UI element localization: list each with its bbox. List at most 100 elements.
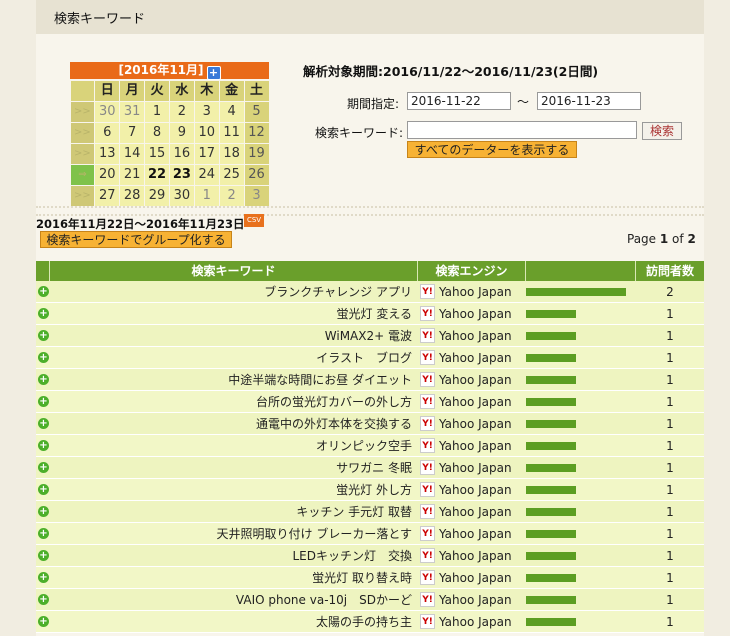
table-row: + LEDキッチン灯 交換 Y! Yahoo Japan 1 bbox=[36, 545, 704, 567]
expand-plus-icon[interactable]: + bbox=[38, 550, 49, 561]
visitor-bar bbox=[526, 441, 576, 450]
show-all-button[interactable]: すべてのデーターを表示する bbox=[407, 141, 577, 158]
keyword-input[interactable] bbox=[407, 121, 637, 139]
calendar-week-row: ⇒ 20 21 22 23 24 25 26 bbox=[70, 164, 269, 185]
calendar-day[interactable]: 31 bbox=[120, 101, 145, 122]
visitor-bar bbox=[526, 551, 576, 560]
calendar-day[interactable]: 28 bbox=[120, 185, 145, 206]
calendar-day[interactable]: 27 bbox=[95, 185, 120, 206]
keyword-cell: 太陽の手の持ち主 bbox=[315, 615, 412, 629]
calendar-week-row: >> 30 31 1 2 3 4 5 bbox=[70, 101, 269, 122]
keyword-cell: 天井照明取り付け ブレーカー落とす bbox=[216, 527, 412, 541]
calendar-day[interactable]: 5 bbox=[244, 101, 269, 122]
expand-plus-icon[interactable]: + bbox=[38, 594, 49, 605]
calendar-day[interactable]: 7 bbox=[120, 122, 145, 143]
calendar-day[interactable]: 9 bbox=[170, 122, 194, 143]
current-week-arrow-icon[interactable]: ⇒ bbox=[70, 164, 95, 185]
calendar-day[interactable]: 6 bbox=[95, 122, 120, 143]
expand-plus-icon[interactable]: + bbox=[38, 418, 49, 429]
header-keyword[interactable]: 検索キーワード bbox=[50, 261, 418, 281]
expand-cell: + bbox=[36, 479, 50, 500]
week-select-arrow-icon[interactable]: >> bbox=[70, 122, 95, 143]
calendar-day[interactable]: 15 bbox=[145, 143, 169, 164]
calendar-day[interactable]: 4 bbox=[219, 101, 244, 122]
table-row: + 蛍光灯 変える Y! Yahoo Japan 1 bbox=[36, 303, 704, 325]
calendar-day[interactable]: 3 bbox=[194, 101, 219, 122]
calendar-day[interactable]: 14 bbox=[120, 143, 145, 164]
analysis-period: 解析対象期間:2016/11/22〜2016/11/23(2日間) bbox=[303, 64, 599, 79]
calendar-day[interactable]: 12 bbox=[244, 122, 269, 143]
calendar-day[interactable]: 1 bbox=[145, 101, 169, 122]
calendar-day[interactable]: 11 bbox=[219, 122, 244, 143]
expand-plus-icon[interactable]: + bbox=[38, 352, 49, 363]
expand-plus-icon[interactable]: + bbox=[38, 462, 49, 473]
expand-plus-icon[interactable]: + bbox=[38, 308, 49, 319]
bar-cell bbox=[526, 457, 636, 478]
group-by-keyword-button[interactable]: 検索キーワードでグループ化する bbox=[40, 231, 232, 248]
engine-cell: Y! Yahoo Japan bbox=[418, 413, 526, 434]
calendar-day[interactable]: 26 bbox=[244, 164, 269, 185]
yahoo-icon: Y! bbox=[420, 482, 435, 497]
calendar-day[interactable]: 8 bbox=[145, 122, 169, 143]
calendar-day[interactable]: 30 bbox=[95, 101, 120, 122]
expand-cell: + bbox=[36, 611, 50, 632]
keyword-cell: ブランクチャレンジ アプリ bbox=[264, 285, 412, 299]
week-select-arrow-icon[interactable]: >> bbox=[70, 185, 95, 206]
visitor-bar bbox=[526, 287, 626, 296]
expand-plus-icon[interactable]: + bbox=[38, 440, 49, 451]
csv-download-icon[interactable]: CSV bbox=[244, 214, 264, 227]
calendar-day[interactable]: 29 bbox=[145, 185, 169, 206]
engine-cell: Y! Yahoo Japan bbox=[418, 325, 526, 346]
date-to-input[interactable]: 2016-11-23 bbox=[537, 92, 641, 110]
calendar-plus-icon[interactable]: + bbox=[206, 66, 221, 80]
calendar-day[interactable]: 13 bbox=[95, 143, 120, 164]
calendar-day[interactable]: 23 bbox=[170, 164, 194, 185]
visitor-bar bbox=[526, 573, 576, 582]
expand-plus-icon[interactable]: + bbox=[38, 528, 49, 539]
expand-plus-icon[interactable]: + bbox=[38, 572, 49, 583]
calendar-day[interactable]: 16 bbox=[170, 143, 194, 164]
calendar-day[interactable]: 2 bbox=[219, 185, 244, 206]
keyword-cell: 中途半端な時間にお昼 ダイエット bbox=[228, 373, 412, 387]
keyword-cell: WiMAX2+ 電波 bbox=[324, 329, 412, 343]
expand-plus-icon[interactable]: + bbox=[38, 616, 49, 627]
yahoo-icon: Y! bbox=[420, 394, 435, 409]
page-header: 検索キーワード bbox=[36, 0, 704, 34]
date-from-input[interactable]: 2016-11-22 bbox=[407, 92, 511, 110]
calendar-day[interactable]: 3 bbox=[244, 185, 269, 206]
calendar-corner bbox=[70, 80, 95, 101]
expand-plus-icon[interactable]: + bbox=[38, 374, 49, 385]
calendar-day[interactable]: 19 bbox=[244, 143, 269, 164]
week-select-arrow-icon[interactable]: >> bbox=[70, 143, 95, 164]
header-visitors[interactable]: 訪問者数 bbox=[636, 261, 704, 281]
calendar-day[interactable]: 17 bbox=[194, 143, 219, 164]
visitor-bar bbox=[526, 353, 576, 362]
expand-plus-icon[interactable]: + bbox=[38, 396, 49, 407]
calendar-month-link[interactable]: [2016年11月] bbox=[118, 63, 203, 77]
expand-plus-icon[interactable]: + bbox=[38, 330, 49, 341]
expand-plus-icon[interactable]: + bbox=[38, 286, 49, 297]
calendar-day[interactable]: 1 bbox=[194, 185, 219, 206]
visitor-bar bbox=[526, 529, 576, 538]
calendar-day[interactable]: 25 bbox=[219, 164, 244, 185]
calendar-day[interactable]: 2 bbox=[170, 101, 194, 122]
calendar-day[interactable]: 24 bbox=[194, 164, 219, 185]
table-row: + WiMAX2+ 電波 Y! Yahoo Japan 1 bbox=[36, 325, 704, 347]
bar-cell bbox=[526, 325, 636, 346]
calendar-day[interactable]: 21 bbox=[120, 164, 145, 185]
calendar-day[interactable]: 18 bbox=[219, 143, 244, 164]
expand-plus-icon[interactable]: + bbox=[38, 506, 49, 517]
calendar-day[interactable]: 22 bbox=[145, 164, 169, 185]
calendar-day[interactable]: 10 bbox=[194, 122, 219, 143]
keyword-cell: サワガニ 冬眠 bbox=[336, 461, 412, 475]
calendar-week-row: >> 27 28 29 30 1 2 3 bbox=[70, 185, 269, 206]
visitors-cell: 1 bbox=[666, 571, 674, 585]
calendar-day[interactable]: 20 bbox=[95, 164, 120, 185]
header-engine[interactable]: 検索エンジン bbox=[418, 261, 526, 281]
calendar-day[interactable]: 30 bbox=[170, 185, 194, 206]
page-total[interactable]: 2 bbox=[687, 232, 695, 246]
page-current: 1 bbox=[659, 232, 669, 246]
search-button[interactable]: 検索 bbox=[642, 122, 682, 140]
expand-plus-icon[interactable]: + bbox=[38, 484, 49, 495]
week-select-arrow-icon[interactable]: >> bbox=[70, 101, 95, 122]
